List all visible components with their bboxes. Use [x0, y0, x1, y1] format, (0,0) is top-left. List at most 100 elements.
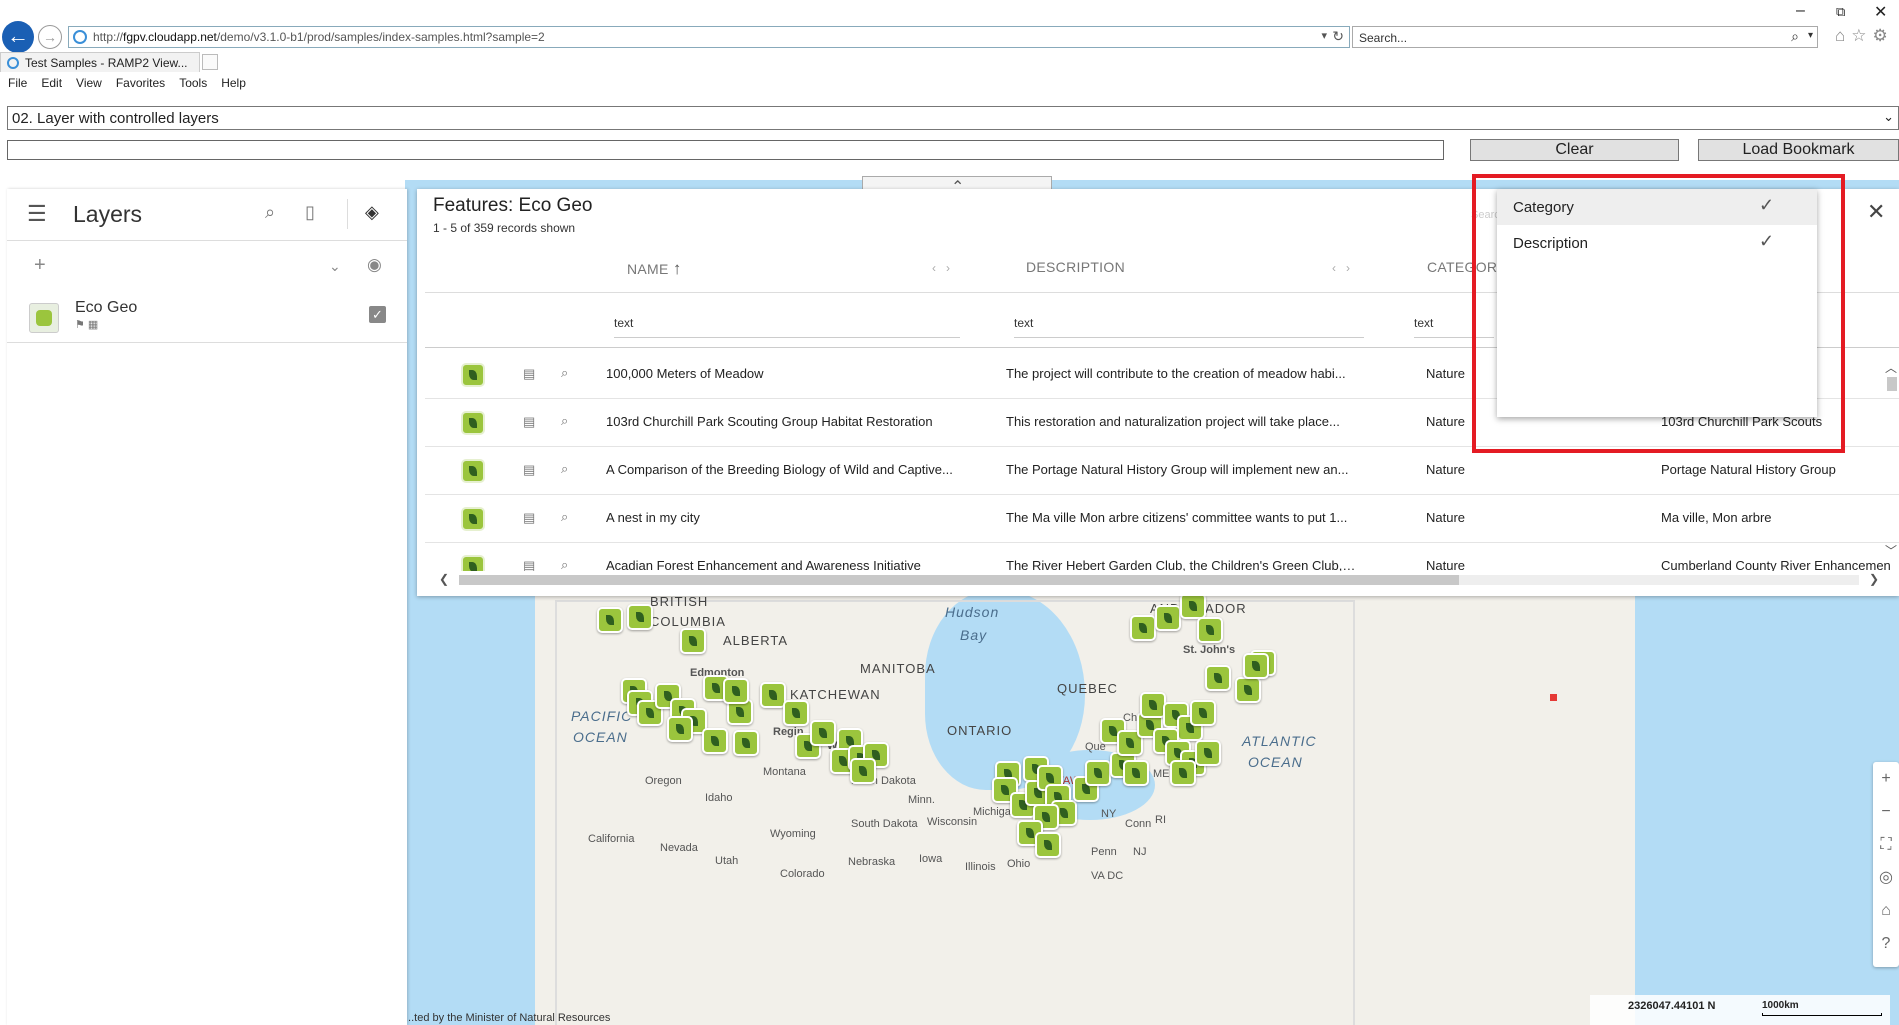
map-feature-marker[interactable] — [1180, 593, 1206, 619]
map-feature-marker[interactable] — [1205, 665, 1231, 691]
map-feature-marker[interactable] — [1197, 617, 1223, 643]
menu-favorites[interactable]: Favorites — [116, 76, 165, 96]
map-feature-marker[interactable] — [1170, 760, 1196, 786]
map-feature-marker[interactable] — [1195, 740, 1221, 766]
map-feature-marker[interactable] — [723, 678, 749, 704]
address-bar[interactable]: http://fgpv.cloudapp.net/demo/v3.1.0-b1/… — [68, 26, 1350, 48]
sort-ascending-icon: ↑ — [672, 259, 682, 278]
close-window-button[interactable]: ✕ — [1874, 2, 1887, 22]
table-row[interactable]: ▤ ⌕ Acadian Forest Enhancement and Aware… — [425, 543, 1899, 571]
search-icon[interactable]: ⌕ — [265, 202, 275, 223]
zoom-in-icon[interactable]: + — [1873, 762, 1899, 795]
zoom-to-icon[interactable]: ⌕ — [561, 557, 568, 571]
menu-help[interactable]: Help — [221, 76, 246, 96]
favorites-star-icon[interactable]: ☆ — [1851, 26, 1872, 45]
details-icon[interactable]: ▤ — [523, 510, 535, 526]
back-button[interactable]: ← — [2, 21, 34, 53]
map-feature-marker[interactable] — [667, 716, 693, 742]
add-layer-icon[interactable]: + — [34, 254, 46, 277]
home-icon[interactable]: ⌂ — [1873, 894, 1899, 927]
map-feature-marker[interactable] — [1190, 700, 1216, 726]
map-feature-marker[interactable] — [783, 700, 809, 726]
map-label: NJ — [1133, 846, 1147, 858]
horizontal-scrollbar[interactable]: ❮ ❯ — [439, 572, 1879, 588]
feature-symbol-icon — [461, 411, 485, 435]
column-header-name[interactable]: NAME ↑ — [627, 259, 682, 279]
scroll-thumb[interactable] — [459, 575, 1459, 585]
minimize-button[interactable]: – — [1796, 2, 1805, 20]
scroll-up-icon[interactable]: ︿ — [1885, 359, 1897, 376]
map-feature-marker[interactable] — [597, 607, 623, 633]
geolocate-icon[interactable]: ◎ — [1873, 861, 1899, 894]
help-icon[interactable]: ? — [1873, 927, 1899, 960]
table-row[interactable]: ▤ ⌕ A nest in my city The Ma ville Mon a… — [425, 495, 1899, 543]
map-label: Colorado — [780, 868, 825, 880]
map-feature-marker[interactable] — [733, 730, 759, 756]
map-feature-marker[interactable] — [680, 628, 706, 654]
map-feature-marker[interactable] — [1123, 760, 1149, 786]
home-icon[interactable]: ⌂ — [1835, 26, 1851, 45]
sample-select[interactable]: 02. Layer with controlled layers ⌄ — [7, 106, 1899, 130]
table-row[interactable]: ▤ ⌕ A Comparison of the Breeding Biology… — [425, 447, 1899, 495]
settings-gear-icon[interactable]: ⚙ — [1873, 26, 1894, 45]
search-icon[interactable]: ⌕ — [1791, 28, 1799, 45]
map-feature-marker[interactable] — [810, 720, 836, 746]
map-feature-marker[interactable] — [1243, 653, 1269, 679]
browser-search-input[interactable]: Search... ⌕ ▾ — [1352, 26, 1818, 48]
load-bookmark-button[interactable]: Load Bookmark — [1698, 139, 1899, 161]
fullscreen-icon[interactable]: ⛶ — [1873, 828, 1899, 861]
map-feature-marker[interactable] — [702, 728, 728, 754]
map-nav-controls: + − ⛶ ◎ ⌂ ? — [1873, 762, 1899, 967]
zoom-to-icon[interactable]: ⌕ — [561, 413, 568, 429]
clear-button[interactable]: Clear — [1470, 139, 1679, 161]
layer-item-eco-geo[interactable]: Eco Geo ⚑ ▦ ✓ — [7, 291, 407, 343]
restore-button[interactable]: ⧉ — [1836, 4, 1845, 20]
details-icon[interactable]: ▤ — [523, 558, 535, 571]
map-feature-marker[interactable] — [1085, 760, 1111, 786]
map-label: Conn — [1125, 818, 1152, 830]
scroll-left-icon[interactable]: ❮ — [439, 572, 449, 586]
zoom-to-icon[interactable]: ⌕ — [561, 461, 568, 477]
details-icon[interactable]: ▤ — [523, 414, 535, 430]
layers-icon[interactable]: ◈ — [365, 202, 379, 223]
menu-view[interactable]: View — [76, 76, 102, 96]
map-feature-marker[interactable] — [1035, 832, 1061, 858]
ie-icon — [73, 30, 87, 44]
browser-tab[interactable]: Test Samples - RAMP2 View... — [0, 52, 200, 72]
forward-button[interactable]: → — [38, 25, 62, 49]
menu-file[interactable]: File — [8, 76, 27, 96]
map-feature-marker[interactable] — [1155, 605, 1181, 631]
menu-icon[interactable]: ☰ — [27, 201, 47, 227]
map-feature-marker[interactable] — [1235, 677, 1261, 703]
new-tab-button[interactable] — [202, 54, 218, 70]
chevron-down-icon[interactable]: ⌄ — [329, 258, 341, 275]
description-filter-input[interactable]: text — [1014, 316, 1364, 338]
map-feature-marker[interactable] — [1130, 615, 1156, 641]
visibility-eye-icon[interactable]: ◉ — [367, 255, 382, 275]
bookmark-input[interactable] — [7, 140, 1444, 160]
column-move-icon[interactable]: ‹ › — [1332, 261, 1350, 275]
column-move-icon[interactable]: ‹ › — [932, 261, 950, 275]
layer-visibility-checkbox[interactable]: ✓ — [369, 306, 386, 323]
refresh-icon[interactable]: ↻ — [1332, 28, 1344, 45]
zoom-to-icon[interactable]: ⌕ — [561, 365, 568, 381]
menu-tools[interactable]: Tools — [179, 76, 207, 96]
close-icon[interactable]: ✕ — [1867, 199, 1885, 225]
map-feature-marker[interactable] — [627, 604, 653, 630]
chevron-down-icon[interactable]: ▾ — [1808, 30, 1813, 41]
details-icon[interactable]: ▤ — [523, 462, 535, 478]
name-filter-input[interactable]: text — [614, 316, 960, 338]
column-header-description[interactable]: DESCRIPTION — [1026, 259, 1125, 275]
chevron-down-icon[interactable]: ▾ — [1321, 29, 1327, 42]
scroll-down-icon[interactable]: ﹀ — [1885, 542, 1897, 559]
zoom-out-icon[interactable]: − — [1873, 795, 1899, 828]
scroll-right-icon[interactable]: ❯ — [1869, 572, 1879, 586]
cell-category: Nature — [1426, 414, 1466, 429]
vertical-scrollbar[interactable]: ︿ ﹀ — [1883, 359, 1899, 559]
map-feature-marker[interactable] — [850, 758, 876, 784]
basemap-icon[interactable]: ▯ — [305, 202, 315, 223]
details-icon[interactable]: ▤ — [523, 366, 535, 382]
menu-edit[interactable]: Edit — [41, 76, 62, 96]
scroll-thumb[interactable] — [1887, 377, 1897, 391]
zoom-to-icon[interactable]: ⌕ — [561, 509, 568, 525]
